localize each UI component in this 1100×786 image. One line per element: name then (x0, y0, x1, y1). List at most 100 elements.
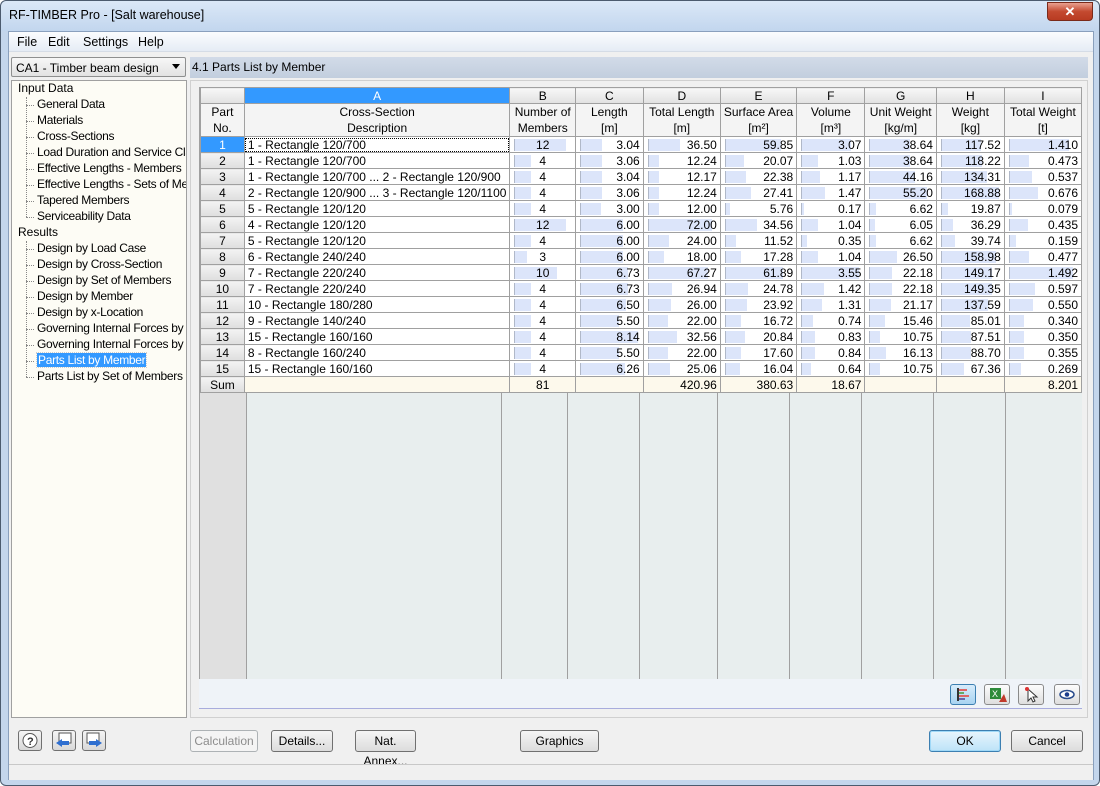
total-weight-cell[interactable]: 0.477 (1003, 248, 1082, 265)
column-letter-c[interactable]: C (575, 87, 644, 104)
total-length-cell[interactable]: 24.00 (642, 232, 721, 249)
table-row[interactable]: 15 15 - Rectangle 160/160 4 6.26 25.06 16.04 0… (200, 360, 1082, 377)
weight-cell[interactable]: 39.74 (935, 232, 1005, 249)
members-cell[interactable]: 10 (509, 264, 576, 281)
cross-section-cell[interactable]: 5 - Rectangle 120/120 (243, 232, 511, 249)
column-letter-h[interactable]: H (935, 87, 1005, 104)
table-row[interactable]: 55 - Rectangle 120/120 4 3.00 12.00 5.76 0.17… (200, 200, 1082, 217)
weight-cell[interactable]: 117.52 (935, 136, 1005, 153)
unit-weight-cell[interactable]: 16.13 (864, 344, 937, 361)
cross-section-cell[interactable] (243, 376, 511, 393)
row-number[interactable]: 6 (200, 216, 245, 233)
total-weight-cell[interactable]: 0.269 (1003, 360, 1082, 377)
unit-weight-cell[interactable]: 10.75 (864, 360, 937, 377)
surface-cell[interactable]: 16.72 (719, 312, 798, 329)
tree-item-design-by-cross-section[interactable]: Design by Cross-Section (37, 257, 162, 271)
cross-section-cell[interactable]: 1 - Rectangle 120/700 (243, 136, 511, 153)
surface-cell[interactable]: 24.78 (719, 280, 798, 297)
total-length-cell[interactable]: 12.24 (642, 152, 721, 169)
total-length-cell[interactable]: 22.00 (642, 312, 721, 329)
volume-cell[interactable]: 0.83 (796, 328, 866, 345)
weight-cell[interactable]: 137.59 (935, 296, 1005, 313)
weight-cell[interactable]: 88.70 (935, 344, 1005, 361)
unit-weight-cell[interactable]: 22.18 (864, 280, 937, 297)
weight-cell[interactable]: 168.88 (935, 184, 1005, 201)
previous-window-button[interactable] (52, 730, 76, 751)
volume-cell[interactable]: 3.55 (796, 264, 866, 281)
length-cell[interactable]: 8.14 (575, 328, 644, 345)
row-number[interactable]: 11 (200, 296, 245, 313)
length-cell[interactable]: 3.00 (575, 200, 644, 217)
unit-weight-cell[interactable]: 38.64 (864, 152, 937, 169)
length-cell[interactable]: 3.06 (575, 184, 644, 201)
tree-item-governing-internal-forces-by-se[interactable]: Governing Internal Forces by Se (37, 337, 186, 351)
row-number[interactable]: 5 (200, 200, 245, 217)
total-length-cell[interactable]: 420.96 (642, 376, 721, 393)
length-cell[interactable]: 5.50 (575, 312, 644, 329)
unit-weight-cell[interactable]: 15.46 (864, 312, 937, 329)
unit-weight-cell[interactable]: 21.17 (864, 296, 937, 313)
column-letter-b[interactable]: B (509, 87, 576, 104)
volume-cell[interactable]: 0.74 (796, 312, 866, 329)
tree-item-tapered-members[interactable]: Tapered Members (37, 193, 130, 207)
row-number[interactable]: 4 (200, 184, 245, 201)
tree-item-general-data[interactable]: General Data (37, 97, 105, 111)
table-row[interactable]: 13 15 - Rectangle 160/160 4 8.14 32.56 20.84 0… (200, 328, 1082, 345)
table-row[interactable]: 42 - Rectangle 120/900 ... 3 - Rectangle… (200, 184, 1082, 201)
total-weight-cell[interactable]: 0.079 (1003, 200, 1082, 217)
members-cell[interactable]: 4 (509, 200, 576, 217)
unit-weight-cell[interactable]: 38.64 (864, 136, 937, 153)
row-number[interactable]: 1 (200, 136, 245, 153)
total-weight-cell[interactable]: 0.537 (1003, 168, 1082, 185)
table-row[interactable]: 10 7 - Rectangle 220/240 4 6.73 26.94 24.78 1.… (200, 280, 1082, 297)
cross-section-cell[interactable]: 10 - Rectangle 180/280 (243, 296, 511, 313)
volume-cell[interactable]: 1.17 (796, 168, 866, 185)
unit-weight-cell[interactable]: 22.18 (864, 264, 937, 281)
tree-item-governing-internal-forces-by-m[interactable]: Governing Internal Forces by M (37, 321, 186, 335)
surface-cell[interactable]: 22.38 (719, 168, 798, 185)
weight-cell[interactable] (935, 376, 1005, 393)
row-number[interactable]: 14 (200, 344, 245, 361)
length-cell[interactable]: 5.50 (575, 344, 644, 361)
surface-cell[interactable]: 20.84 (719, 328, 798, 345)
unit-weight-cell[interactable]: 6.05 (864, 216, 937, 233)
unit-weight-cell[interactable]: 55.20 (864, 184, 937, 201)
members-cell[interactable]: 4 (509, 328, 576, 345)
total-weight-cell[interactable]: 0.676 (1003, 184, 1082, 201)
members-cell[interactable]: 4 (509, 312, 576, 329)
volume-cell[interactable]: 1.04 (796, 216, 866, 233)
menu-edit[interactable]: Edit (48, 35, 70, 49)
surface-cell[interactable]: 16.04 (719, 360, 798, 377)
total-length-cell[interactable]: 32.56 (642, 328, 721, 345)
design-case-dropdown[interactable]: CA1 - Timber beam design (11, 57, 186, 77)
total-weight-cell[interactable]: 8.201 (1003, 376, 1082, 393)
surface-cell[interactable]: 23.92 (719, 296, 798, 313)
row-number[interactable]: 10 (200, 280, 245, 297)
column-letter-f[interactable]: F (796, 87, 866, 104)
table-row[interactable]: 86 - Rectangle 240/240 3 6.00 18.00 17.28 1.0… (200, 248, 1082, 265)
total-length-cell[interactable]: 12.17 (642, 168, 721, 185)
tree-item-design-by-set-of-members[interactable]: Design by Set of Members (37, 273, 172, 287)
total-weight-cell[interactable]: 0.435 (1003, 216, 1082, 233)
total-weight-cell[interactable]: 0.350 (1003, 328, 1082, 345)
members-cell[interactable]: 4 (509, 184, 576, 201)
members-cell[interactable]: 4 (509, 296, 576, 313)
unit-weight-cell[interactable]: 6.62 (864, 200, 937, 217)
sum-row[interactable]: Sum 81 420.96 380.63 18.67 8.201 (200, 376, 1082, 393)
row-number[interactable]: 13 (200, 328, 245, 345)
total-length-cell[interactable]: 12.24 (642, 184, 721, 201)
tree-item-design-by-load-case[interactable]: Design by Load Case (37, 241, 146, 255)
total-length-cell[interactable]: 12.00 (642, 200, 721, 217)
details-button[interactable]: Details... (271, 730, 333, 752)
help-button[interactable]: ? (18, 730, 42, 751)
volume-cell[interactable]: 3.07 (796, 136, 866, 153)
table-row[interactable]: 14 8 - Rectangle 160/240 4 5.50 22.00 17.60 0.… (200, 344, 1082, 361)
column-letter-e[interactable]: E (719, 87, 798, 104)
cross-section-cell[interactable]: 2 - Rectangle 120/900 ... 3 - Rectangle … (243, 184, 511, 201)
total-length-cell[interactable]: 25.06 (642, 360, 721, 377)
surface-cell[interactable]: 34.56 (719, 216, 798, 233)
members-cell[interactable]: 4 (509, 344, 576, 361)
length-cell[interactable]: 6.73 (575, 264, 644, 281)
total-length-cell[interactable]: 72.00 (642, 216, 721, 233)
table-row[interactable]: 64 - Rectangle 120/120 12 6.00 72.00 34.56 1.… (200, 216, 1082, 233)
